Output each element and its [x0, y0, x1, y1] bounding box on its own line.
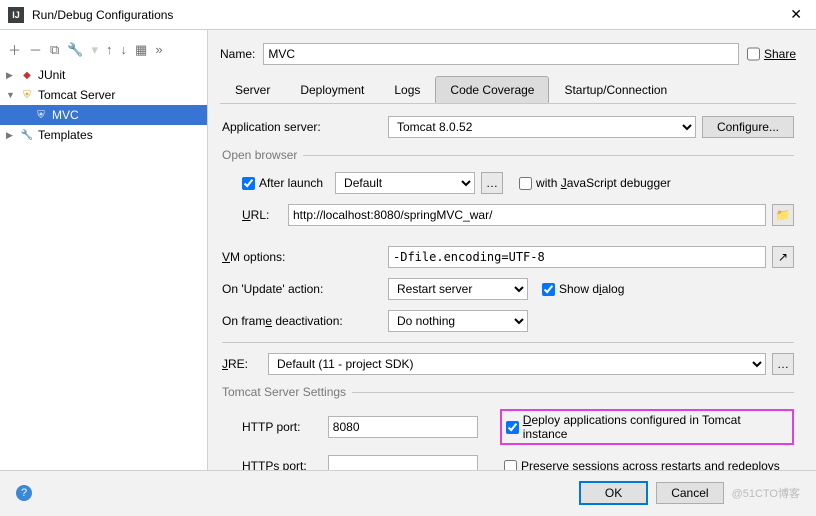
jre-label: JRE: — [222, 357, 262, 371]
ok-button[interactable]: OK — [579, 481, 648, 505]
share-checkbox[interactable]: Share — [747, 42, 796, 66]
name-label: Name: — [220, 47, 255, 61]
wrench-icon[interactable]: 🔧 — [67, 42, 83, 58]
config-tree: ▶ ◆ JUnit ▼ ⛨ Tomcat Server ⛨ MVC ▶ 🔧 Te… — [0, 65, 207, 470]
vm-options-input[interactable] — [388, 246, 766, 268]
tree-label: MVC — [52, 108, 79, 122]
jre-select[interactable]: Default (11 - project SDK) — [268, 353, 766, 375]
jre-more-button[interactable]: … — [772, 353, 794, 375]
deploy-apps-check[interactable]: Deploy applications configured in Tomcat… — [506, 413, 788, 441]
after-launch-check[interactable]: After launch — [242, 176, 323, 190]
preserve-sessions-check[interactable]: Preserve sessions across restarts and re… — [504, 459, 780, 470]
update-action-select[interactable]: Restart server — [388, 278, 528, 300]
url-input[interactable] — [288, 204, 766, 226]
expand-icon[interactable]: ↗ — [772, 246, 794, 268]
sidebar: ＋ － ⧉ 🔧 ▾ ↑ ↓ ▦ » ▶ ◆ JUnit ▼ ⛨ Tomcat S… — [0, 30, 208, 470]
frame-action-select[interactable]: Do nothing — [388, 310, 528, 332]
cancel-button[interactable]: Cancel — [656, 482, 723, 504]
show-dialog-check[interactable]: Show dialog — [542, 282, 624, 296]
tab-deployment[interactable]: Deployment — [285, 76, 379, 103]
folder-icon[interactable]: ▦ — [135, 42, 147, 58]
name-input[interactable] — [263, 43, 739, 65]
app-server-select[interactable]: Tomcat 8.0.52 — [388, 116, 696, 138]
remove-icon[interactable]: － — [29, 40, 42, 59]
help-icon[interactable]: ? — [16, 485, 32, 501]
tree-label: Templates — [38, 128, 93, 142]
share-check[interactable] — [747, 42, 760, 66]
open-browser-group: Open browser After launch Default … with… — [222, 148, 794, 240]
close-icon[interactable]: ✕ — [784, 6, 808, 23]
down-icon[interactable]: ↓ — [121, 42, 128, 57]
watermark: @51CTO博客 — [732, 485, 800, 501]
main-area: ＋ － ⧉ 🔧 ▾ ↑ ↓ ▦ » ▶ ◆ JUnit ▼ ⛨ Tomcat S… — [0, 30, 816, 470]
js-debugger-check[interactable]: with JavaScript debugger — [519, 176, 671, 190]
app-server-label: Application server: — [222, 120, 382, 134]
tab-bar: Server Deployment Logs Code Coverage Sta… — [220, 76, 796, 104]
footer: ? OK Cancel @51CTO博客 — [0, 470, 816, 514]
collapse-icon[interactable]: » — [155, 42, 162, 57]
caret-right-icon: ▶ — [6, 70, 16, 81]
caret-right-icon: ▶ — [6, 130, 16, 141]
server-panel: Application server: Tomcat 8.0.52 Config… — [220, 104, 796, 470]
tab-logs[interactable]: Logs — [379, 76, 435, 103]
tab-coverage[interactable]: Code Coverage — [435, 76, 549, 103]
tab-server[interactable]: Server — [220, 76, 285, 103]
caret-down-icon: ▼ — [6, 90, 16, 100]
open-browser-legend: Open browser — [222, 148, 303, 162]
https-port-input[interactable] — [328, 455, 478, 470]
url-label: URL: — [242, 208, 282, 222]
tomcat-settings-legend: Tomcat Server Settings — [222, 385, 352, 399]
deploy-highlight: Deploy applications configured in Tomcat… — [500, 409, 794, 445]
http-port-input[interactable] — [328, 416, 478, 438]
tab-startup[interactable]: Startup/Connection — [549, 76, 682, 103]
separator: ▾ — [92, 42, 99, 58]
tree-item-junit[interactable]: ▶ ◆ JUnit — [0, 65, 207, 85]
content-panel: Name: Share Server Deployment Logs Code … — [208, 30, 816, 470]
tree-label: JUnit — [38, 68, 65, 82]
up-icon[interactable]: ↑ — [106, 42, 113, 57]
tree-item-tomcat[interactable]: ▼ ⛨ Tomcat Server — [0, 85, 207, 105]
tree-item-templates[interactable]: ▶ 🔧 Templates — [0, 125, 207, 145]
update-label: On 'Update' action: — [222, 282, 382, 296]
tree-item-mvc[interactable]: ⛨ MVC — [0, 105, 207, 125]
https-port-label: HTTPs port: — [242, 459, 322, 470]
junit-icon: ◆ — [20, 68, 34, 82]
title-bar: IJ Run/Debug Configurations ✕ — [0, 0, 816, 30]
browser-more-button[interactable]: … — [481, 172, 503, 194]
frame-label: On frame deactivation: — [222, 314, 382, 328]
templates-icon: 🔧 — [20, 128, 34, 142]
window-title: Run/Debug Configurations — [32, 8, 784, 22]
copy-icon[interactable]: ⧉ — [50, 42, 59, 58]
browser-select[interactable]: Default — [335, 172, 475, 194]
tomcat-settings-group: Tomcat Server Settings HTTP port: Deploy… — [222, 385, 794, 470]
tomcat-icon: ⛨ — [20, 88, 34, 102]
tree-label: Tomcat Server — [38, 88, 115, 102]
tomcat-icon: ⛨ — [34, 108, 48, 122]
app-icon: IJ — [8, 7, 24, 23]
add-icon[interactable]: ＋ — [8, 40, 21, 59]
http-port-label: HTTP port: — [242, 420, 322, 434]
sidebar-toolbar: ＋ － ⧉ 🔧 ▾ ↑ ↓ ▦ » — [0, 34, 207, 65]
configure-button[interactable]: Configure... — [702, 116, 794, 138]
vm-label: VM options: — [222, 250, 382, 264]
url-browse-icon[interactable]: 📁 — [772, 204, 794, 226]
